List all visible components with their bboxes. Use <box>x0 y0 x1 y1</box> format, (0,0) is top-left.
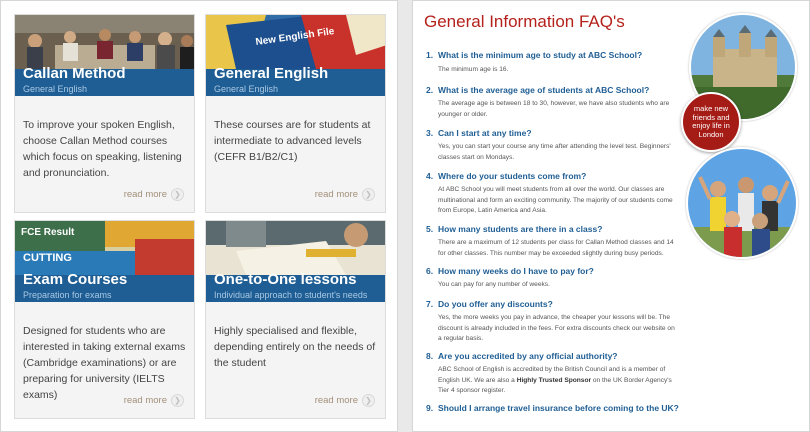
question-text: Where do your students come from? <box>438 171 587 181</box>
faq-answer: There are a maximum of 12 students per c… <box>438 239 674 257</box>
course-card-one-to-one[interactable]: One-to-One lessons Individual approach t… <box>205 220 386 419</box>
question-text: Should I arrange travel insurance before… <box>438 403 679 413</box>
faq-answer: The minimum age is 16. <box>438 66 509 73</box>
faq-answer: ABC School of English is accredited by t… <box>438 365 678 397</box>
exam-books-photo: FCE Result CUTTING <box>15 221 194 275</box>
course-card-callan[interactable]: Callan Method General English To improve… <box>14 14 195 213</box>
faq-question[interactable]: 1. What is the minimum age to study at AB… <box>426 50 642 60</box>
read-more-link[interactable]: read more ❯ <box>315 394 375 407</box>
question-text: What is the average age of students at A… <box>438 85 650 95</box>
card-description: To improve your spoken English, choose C… <box>23 119 182 179</box>
faq-title: General Information FAQ's <box>424 12 625 31</box>
arrow-right-icon: ❯ <box>171 394 184 407</box>
faq-answer: At ABC School you will meet students fro… <box>438 186 673 214</box>
read-more-label: read more <box>314 395 358 406</box>
card-title[interactable]: General English <box>214 65 328 82</box>
card-description: These courses are for students at interm… <box>214 119 371 163</box>
card-description: Highly specialised and flexible, dependi… <box>214 325 376 369</box>
read-more-link[interactable]: read more ❯ <box>315 188 375 201</box>
faq-question[interactable]: 3. Can I start at any time? <box>426 128 532 138</box>
question-text: Can I start at any time? <box>438 128 532 138</box>
arrow-right-icon: ❯ <box>362 394 375 407</box>
faq-answer: You can pay for any number of weeks. <box>438 281 550 288</box>
classroom-photo <box>15 15 194 69</box>
promo-badge: make new friends and enjoy life in Londo… <box>681 92 741 152</box>
faq-question[interactable]: 4. Where do your students come from? <box>426 171 586 181</box>
faq-question[interactable]: 2. What is the average age of students at… <box>426 85 649 95</box>
arrow-right-icon: ❯ <box>171 188 184 201</box>
faq-answer: The average age is between 18 to 30, how… <box>438 100 670 118</box>
read-more-label: read more <box>123 395 167 406</box>
question-text: How many weeks do I have to pay for? <box>438 266 594 276</box>
one-to-one-photo <box>206 221 385 275</box>
question-number: 8. <box>426 351 434 361</box>
question-number: 2. <box>426 85 434 95</box>
courses-panel: Callan Method General English To improve… <box>0 0 398 432</box>
course-card-general-english[interactable]: New English File General English General… <box>205 14 386 213</box>
read-more-label: read more <box>314 189 358 200</box>
faq-panel: General Information FAQ's 1. What is the … <box>412 0 810 432</box>
question-number: 6. <box>426 266 434 276</box>
question-number: 5. <box>426 224 434 234</box>
card-subtitle: Individual approach to student's needs <box>214 290 368 300</box>
books-photo: New English File <box>206 15 385 69</box>
read-more-label: read more <box>123 189 167 200</box>
answer-highlight: Highly Trusted Sponsor <box>516 376 592 384</box>
faq-question[interactable]: 9. Should I arrange travel insurance befo… <box>426 403 679 413</box>
card-subtitle: General English <box>23 84 88 94</box>
question-number: 3. <box>426 128 434 138</box>
question-text: How many students are there in a class? <box>438 224 603 234</box>
card-description: Designed for students who are interested… <box>23 325 186 401</box>
faq-question[interactable]: 8. Are you accredited by any official aut… <box>426 351 618 361</box>
faq-answer: Yes, you can start your course any time … <box>438 143 671 161</box>
faq-question[interactable]: 6. How many weeks do I have to pay for? <box>426 266 594 276</box>
read-more-link[interactable]: read more ❯ <box>124 188 184 201</box>
course-card-exam[interactable]: FCE Result CUTTING Exam Courses Preparat… <box>14 220 195 419</box>
question-number: 9. <box>426 403 434 413</box>
card-subtitle: General English <box>214 84 279 94</box>
book-cover-text: FCE Result <box>21 227 75 238</box>
card-title[interactable]: One-to-One lessons <box>214 271 357 288</box>
question-number: 1. <box>426 50 434 60</box>
arrow-right-icon: ❯ <box>362 188 375 201</box>
card-title[interactable]: Callan Method <box>23 65 126 82</box>
read-more-link[interactable]: read more ❯ <box>124 394 184 407</box>
question-text: Do you offer any discounts? <box>438 299 553 309</box>
question-number: 7. <box>426 299 434 309</box>
question-number: 4. <box>426 171 434 181</box>
card-title[interactable]: Exam Courses <box>23 271 127 288</box>
faq-answer: Yes, the more weeks you pay in advance, … <box>438 314 675 342</box>
book-cover-text: CUTTING <box>23 252 72 264</box>
faq-question[interactable]: 5. How many students are there in a class… <box>426 224 602 234</box>
question-text: What is the minimum age to study at ABC … <box>438 50 643 60</box>
card-subtitle: Preparation for exams <box>23 290 112 300</box>
badge-text: make new friends and enjoy life in Londo… <box>692 104 730 139</box>
students-photo <box>686 147 798 259</box>
faq-question[interactable]: 7. Do you offer any discounts? <box>426 299 553 309</box>
question-text: Are you accredited by any official autho… <box>438 351 618 361</box>
